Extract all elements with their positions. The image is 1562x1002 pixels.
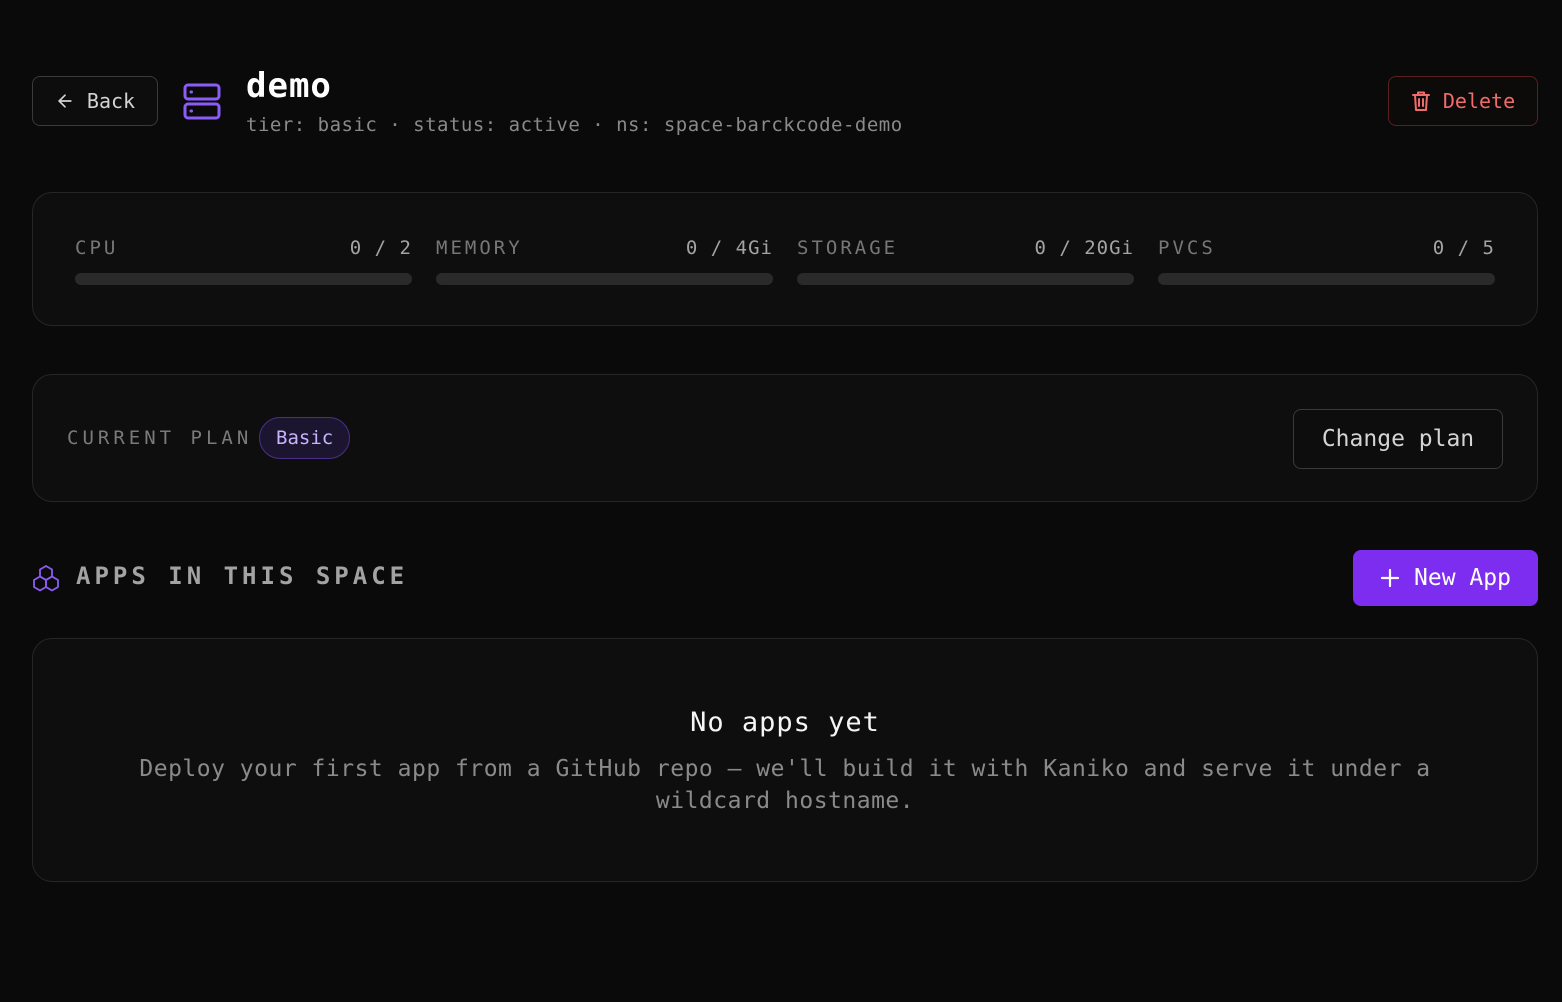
server-icon [183, 83, 221, 120]
usage-bar [75, 273, 412, 285]
empty-state-title: No apps yet [690, 707, 880, 738]
apps-section-title: APPS IN THIS SPACE [76, 562, 409, 590]
usage-storage: STORAGE 0 / 20Gi [797, 237, 1134, 285]
back-button[interactable]: Back [32, 76, 158, 126]
usage-value: 0 / 5 [1432, 237, 1495, 259]
usage-value: 0 / 20Gi [1034, 237, 1134, 259]
usage-bar [1158, 273, 1495, 285]
plan-card: CURRENT PLAN Basic Change plan [32, 374, 1538, 502]
change-plan-button[interactable]: Change plan [1293, 409, 1503, 469]
usage-label: PVCS [1158, 237, 1216, 259]
title-block: demo tier: basic · status: active · ns: … [246, 66, 903, 136]
usage-label: CPU [75, 237, 119, 259]
usage-bar [436, 273, 773, 285]
usage-grid: CPU 0 / 2 MEMORY 0 / 4Gi STORAGE 0 / 20G… [75, 237, 1495, 285]
resource-usage-card: CPU 0 / 2 MEMORY 0 / 4Gi STORAGE 0 / 20G… [32, 192, 1538, 326]
trash-icon [1411, 91, 1430, 111]
usage-value: 0 / 4Gi [685, 237, 773, 259]
page-title: demo [246, 66, 332, 106]
usage-value: 0 / 2 [349, 237, 412, 259]
apps-section-header: APPS IN THIS SPACE New App [32, 550, 1538, 606]
usage-bar [797, 273, 1134, 285]
page-subtitle: tier: basic · status: active · ns: space… [246, 114, 903, 136]
back-button-label: Back [86, 89, 136, 113]
empty-state-description: Deploy your first app from a GitHub repo… [139, 756, 1431, 814]
boxes-icon [33, 565, 59, 592]
plan-label: CURRENT PLAN [67, 427, 253, 449]
apps-empty-state: No apps yet Deploy your first app from a… [32, 638, 1538, 882]
arrow-left-icon [58, 94, 72, 108]
usage-pvcs: PVCS 0 / 5 [1158, 237, 1495, 285]
usage-label: MEMORY [436, 237, 523, 259]
usage-cpu: CPU 0 / 2 [75, 237, 412, 285]
new-app-button[interactable]: New App [1353, 550, 1538, 606]
plus-icon [1380, 568, 1400, 588]
delete-button-label: Delete [1442, 89, 1516, 113]
delete-button[interactable]: Delete [1388, 76, 1538, 126]
plan-badge: Basic [259, 417, 351, 459]
usage-memory: MEMORY 0 / 4Gi [436, 237, 773, 285]
new-app-button-label: New App [1414, 565, 1511, 591]
page-header: Back demo tier: basic · status: active ·… [32, 60, 1538, 150]
usage-label: STORAGE [797, 237, 899, 259]
